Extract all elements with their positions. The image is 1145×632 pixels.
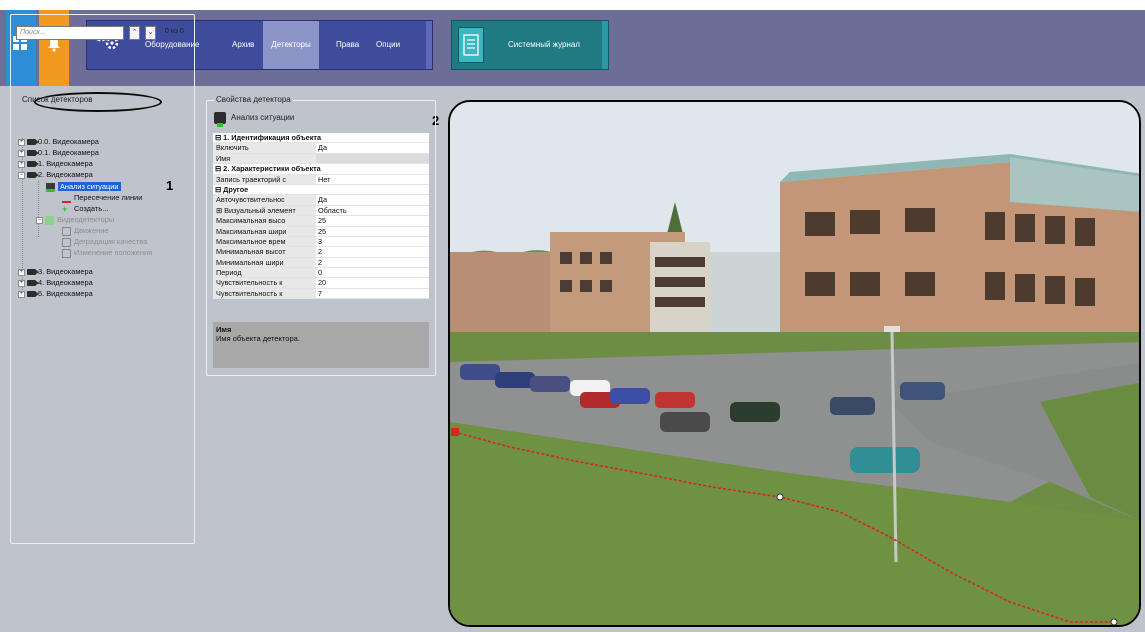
search-input[interactable]: Поиск... (16, 26, 124, 40)
property-row[interactable]: Минимальная высот 2 (213, 247, 429, 258)
property-row[interactable]: Минимальная шири 2 (213, 257, 429, 269)
property-row[interactable]: Чувствительность к 20 (213, 278, 429, 289)
properties-header: Анализ ситуации (214, 112, 295, 127)
tree-camera-2[interactable]: −2. Видеокамера (18, 169, 93, 180)
camera-image (450, 102, 1139, 625)
line-crossing-icon (62, 194, 71, 203)
property-row[interactable]: Максимальное врем 3 (213, 236, 429, 248)
properties-header-label: Анализ ситуации (231, 113, 295, 123)
tree-create[interactable]: + Создать... (62, 203, 108, 214)
description-title: Имя (216, 325, 232, 334)
position-change-icon (62, 248, 71, 258)
search-counter: 0 из 0 (165, 28, 184, 35)
property-row[interactable]: Запись траекторий с Нет (213, 174, 429, 185)
situation-analysis-icon (46, 182, 55, 192)
journal-icon (458, 27, 484, 63)
property-group[interactable]: ⊟ 1. Идентификация объекта (213, 133, 429, 144)
properties-grid: ⊟ 1. Идентификация объекта Включить Да Им… (213, 133, 429, 300)
nav-options[interactable]: Опции (370, 21, 406, 69)
property-row[interactable]: Имя (213, 153, 429, 165)
tree-video-detectors[interactable]: − Видеодетекторы (36, 214, 114, 225)
property-group[interactable]: ⊟ 2. Характеристики объекта (213, 164, 429, 175)
system-journal-label: Системный журнал (508, 40, 580, 49)
property-row[interactable]: ⊞ Визуальный элемент Область (213, 205, 429, 217)
search-next-button[interactable]: ⌄ (145, 26, 156, 40)
quality-degradation-icon (62, 237, 71, 247)
property-row[interactable]: Период 0 (213, 268, 429, 279)
property-row[interactable]: Максимальная высо 25 (213, 216, 429, 227)
property-row[interactable]: Чувствительность к7 (213, 288, 429, 300)
property-row[interactable]: Авточувствительнос Да (213, 195, 429, 206)
situation-analysis-icon (214, 112, 226, 127)
nav-archive[interactable]: Архив (226, 21, 260, 69)
nav-group-edge (426, 21, 432, 69)
property-group[interactable]: ⊟ Другое (213, 184, 429, 196)
plus-icon: + (62, 203, 68, 214)
tree-camera-4[interactable]: +4. Видеокамера (18, 277, 93, 288)
tree-guide (38, 181, 39, 237)
system-journal-button[interactable]: Системный журнал (451, 20, 609, 70)
video-view[interactable] (448, 100, 1141, 627)
tree-camera-5[interactable]: +5. Видеокамера (18, 288, 93, 299)
property-description: Имя Имя объекта детектора. (213, 322, 429, 368)
properties-title: Свойства детектора (214, 95, 293, 104)
motion-icon (62, 226, 71, 236)
property-row[interactable]: Максимальная шири 25 (213, 226, 429, 237)
tree-situation-analysis[interactable]: Анализ ситуации (46, 181, 121, 192)
video-detectors-icon (45, 215, 54, 225)
tree-camera-3[interactable]: +3. Видеокамера (18, 266, 93, 277)
tree-line-crossing[interactable]: Пересечение линии (62, 192, 142, 203)
journal-edge (602, 21, 608, 69)
tree-quality-degradation[interactable]: Деградация качества (62, 236, 147, 247)
search-prev-button[interactable]: ⌃ (129, 26, 140, 40)
nav-detectors[interactable]: Детекторы (263, 21, 319, 69)
callout-number-1: 1 (166, 178, 174, 193)
tree-position-change[interactable]: Изменение положения (62, 247, 152, 258)
tree-motion[interactable]: Движение (62, 225, 108, 236)
property-row[interactable]: Включить Да (213, 143, 429, 154)
callout-ellipse (34, 92, 162, 112)
description-text: Имя объекта детектора. (216, 334, 300, 343)
tree-camera-0-1[interactable]: +0.1. Видеокамера (18, 147, 99, 158)
nav-rights[interactable]: Права (330, 21, 365, 69)
tree-camera-0-0[interactable]: +0.0. Видеокамера (18, 136, 99, 147)
tree-camera-1[interactable]: +1. Видеокамера (18, 158, 93, 169)
